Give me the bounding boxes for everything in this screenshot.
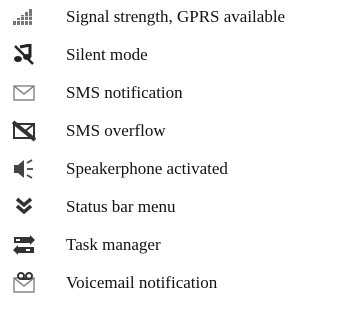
legend-row-status-bar-menu: Status bar menu: [0, 196, 344, 230]
legend-row-signal-strength: Signal strength, GPRS available: [0, 6, 344, 40]
legend-label: Signal strength, GPRS available: [66, 7, 286, 26]
legend-row-speakerphone: Speakerphone activated: [0, 158, 344, 192]
legend-label: Voicemail notification: [66, 273, 218, 292]
sms-overflow-icon: [12, 120, 36, 142]
silent-mode-icon: [12, 44, 36, 66]
signal-strength-gprs-icon: [12, 6, 36, 28]
status-bar-menu-icon: [12, 196, 36, 218]
legend-row-silent-mode: Silent mode: [0, 44, 344, 78]
legend-label: Speakerphone activated: [66, 159, 228, 178]
legend-label: Status bar menu: [66, 197, 176, 216]
legend-row-sms-notification: SMS notification: [0, 82, 344, 116]
legend-label: Silent mode: [66, 45, 148, 64]
legend-row-voicemail: Voicemail notification: [0, 272, 344, 306]
legend-label: SMS notification: [66, 83, 183, 102]
voicemail-notification-icon: [12, 272, 36, 294]
legend-label: SMS overflow: [66, 121, 166, 140]
legend-label: Task manager: [66, 235, 161, 254]
sms-notification-icon: [12, 82, 36, 104]
legend-row-task-manager: Task manager: [0, 234, 344, 268]
speakerphone-icon: [12, 158, 36, 180]
task-manager-icon: [12, 234, 36, 256]
legend-row-sms-overflow: SMS overflow: [0, 120, 344, 154]
